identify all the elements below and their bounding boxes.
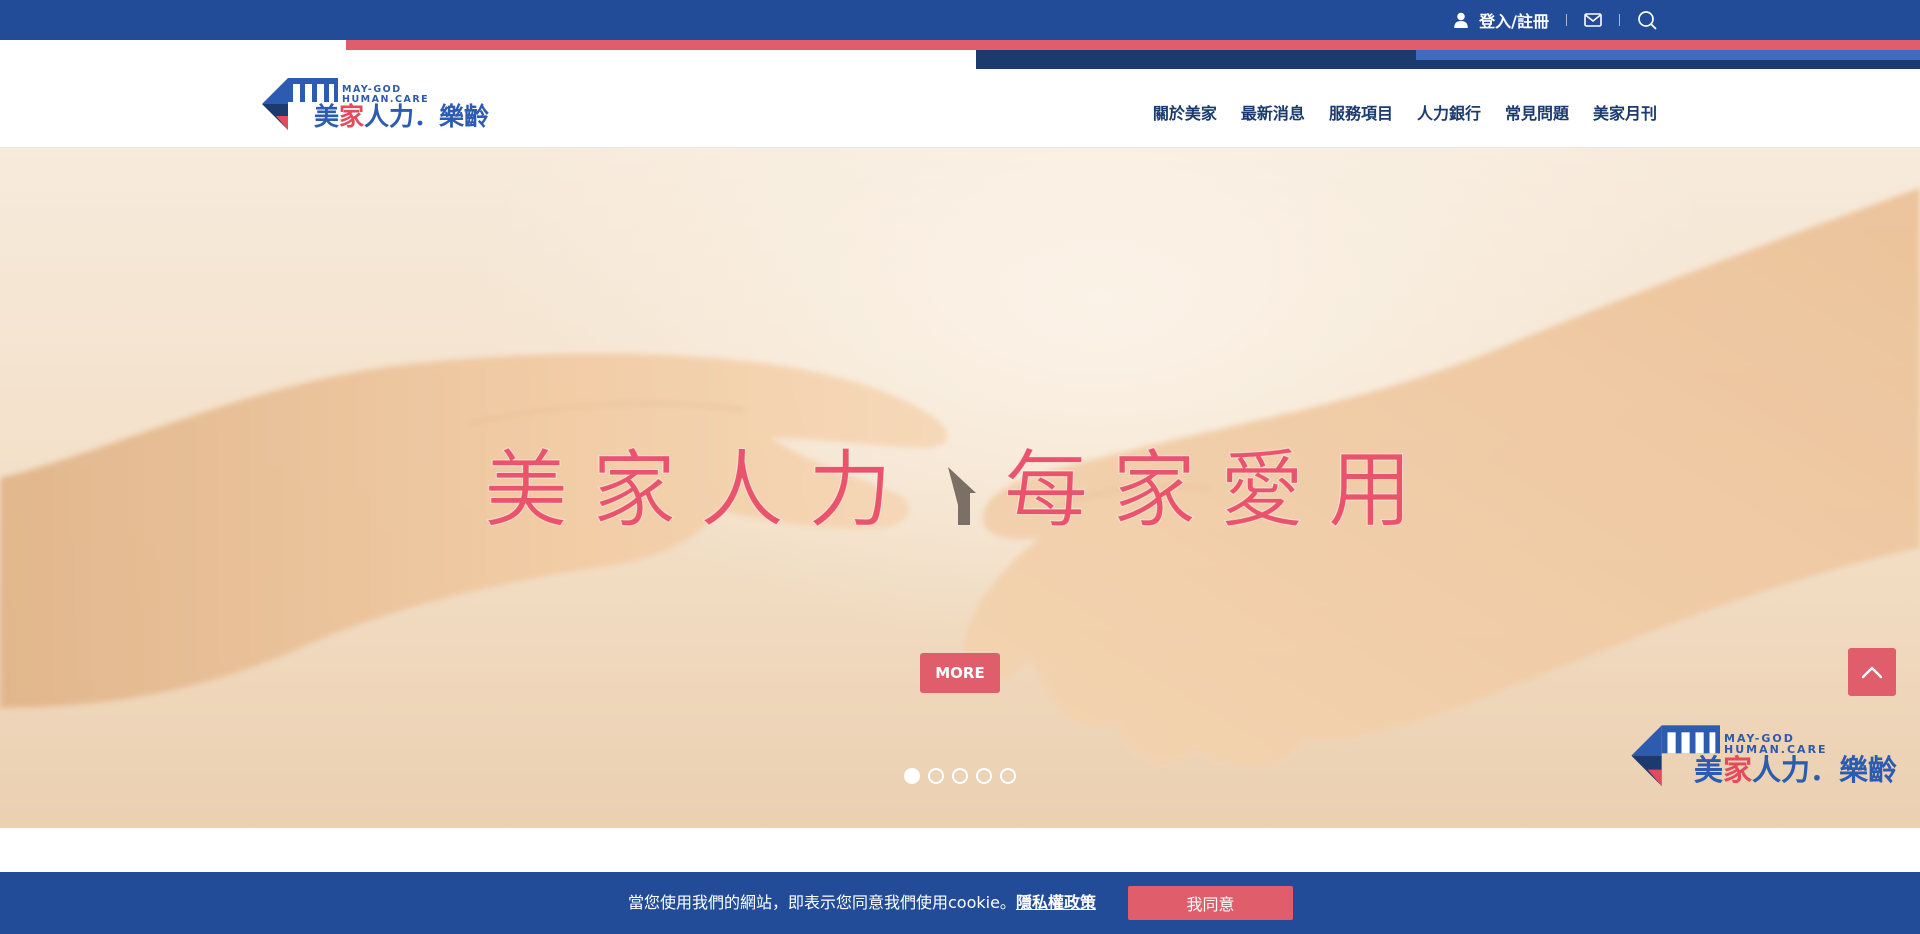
- carousel-dot-1[interactable]: [904, 768, 920, 784]
- nav-services[interactable]: 服務項目: [1329, 100, 1393, 124]
- hero-logo-cn-part2: 家: [1723, 753, 1753, 787]
- hero-logo-english-name: MAY-GOD HUMAN.CARE: [1724, 733, 1828, 755]
- nav-about[interactable]: 關於美家: [1153, 100, 1217, 124]
- nav-monthly[interactable]: 美家月刊: [1593, 100, 1657, 124]
- login-label: 登入/註冊: [1479, 12, 1549, 31]
- nav-news[interactable]: 最新消息: [1241, 100, 1305, 124]
- carousel-pagination: [904, 768, 1024, 784]
- main-nav: 關於美家 最新消息 服務項目 人力銀行 常見問題 美家月刊: [1129, 100, 1657, 124]
- carousel-dot-2[interactable]: [928, 768, 944, 784]
- chevron-up-icon: [1861, 666, 1883, 679]
- mail-icon: [1584, 13, 1602, 27]
- site-header: MAY-GOD HUMAN.CARE 美家人力．樂齡 關於美家 最新消息 服務項…: [0, 40, 1920, 148]
- carousel-dot-3[interactable]: [952, 768, 968, 784]
- hero-title: 美家人力 每家愛用: [0, 440, 1920, 548]
- nav-faq[interactable]: 常見問題: [1505, 100, 1569, 124]
- carousel-dot-5[interactable]: [1000, 768, 1016, 784]
- hero-title-right: 每家愛用: [1003, 441, 1437, 540]
- logo-chinese-name: 美家人力．樂齡: [314, 102, 489, 132]
- search-button[interactable]: [1637, 10, 1657, 30]
- privacy-policy-link[interactable]: 隱私權政策: [1016, 893, 1096, 912]
- cookie-consent-bar: 當您使用我們的網站，即表示您同意我們使用cookie。隱私權政策 我同意: [0, 872, 1920, 934]
- utility-links: 登入/註冊: [1453, 0, 1657, 40]
- top-utility-bar: 登入/註冊: [0, 0, 1920, 40]
- nav-job-bank[interactable]: 人力銀行: [1417, 100, 1481, 124]
- login-register-link[interactable]: 登入/註冊: [1453, 8, 1549, 32]
- hero-title-left: 美家人力: [483, 441, 916, 540]
- search-icon: [1638, 11, 1657, 30]
- divider: [1566, 14, 1567, 26]
- mail-button[interactable]: [1584, 13, 1602, 27]
- divider: [1619, 14, 1620, 26]
- home-icon: [918, 448, 978, 548]
- logo-cn-part2: 家: [339, 102, 365, 131]
- logo-cn-part3: 人力．樂齡: [364, 102, 490, 131]
- back-to-top-button[interactable]: [1848, 648, 1896, 696]
- hero-logo-chinese-name: 美家人力．樂齡: [1694, 753, 1897, 787]
- more-button[interactable]: MORE: [920, 653, 1000, 693]
- hero-logo-cn-part1: 美: [1694, 753, 1724, 787]
- hero-carousel: 美家人力 每家愛用 MORE MAY-GOD HUMAN.CARE 美家人力．樂齡: [0, 148, 1920, 828]
- user-icon: [1454, 12, 1468, 28]
- cookie-message-text: 當您使用我們的網站，即表示您同意我們使用cookie。: [628, 893, 1016, 912]
- cookie-message: 當您使用我們的網站，即表示您同意我們使用cookie。隱私權政策: [628, 892, 1096, 914]
- hero-logo: MAY-GOD HUMAN.CARE 美家人力．樂齡: [1630, 723, 1897, 793]
- carousel-dot-4[interactable]: [976, 768, 992, 784]
- site-logo[interactable]: MAY-GOD HUMAN.CARE 美家人力．樂齡: [262, 76, 489, 136]
- logo-cn-part1: 美: [314, 102, 340, 131]
- hero-logo-cn-part3: 人力．樂齡: [1752, 753, 1898, 787]
- cookie-agree-button[interactable]: 我同意: [1128, 886, 1293, 920]
